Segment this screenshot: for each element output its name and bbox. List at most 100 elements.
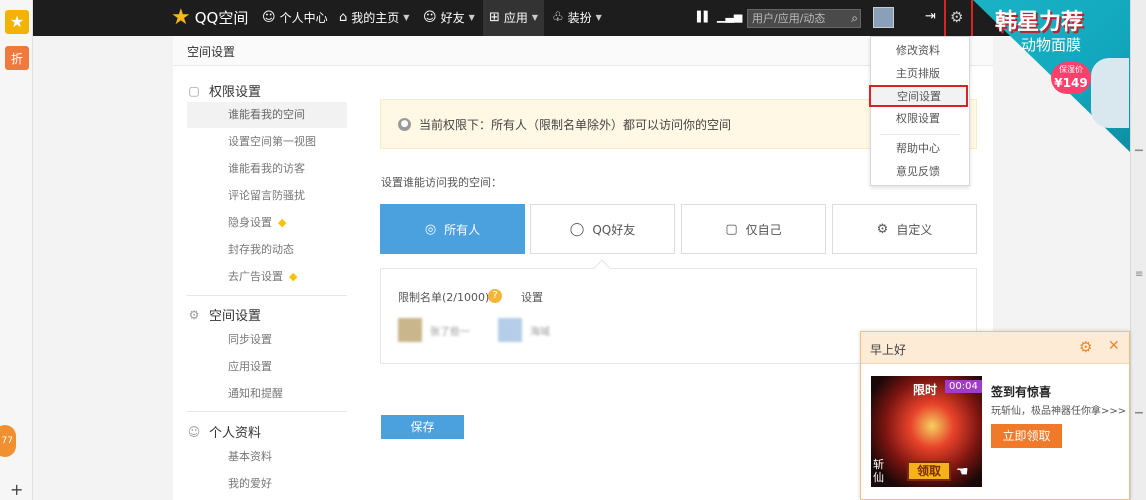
shopping-bag-label: 折: [10, 52, 23, 66]
nav-friends-label: 好友: [440, 11, 465, 25]
sidebar-item-remove-ads[interactable]: 去广告设置 ◆: [187, 264, 347, 290]
ad-model-image: [1091, 58, 1129, 128]
nav-friends[interactable]: ☺ 好友 ▼: [423, 0, 475, 36]
gear-icon[interactable]: ⚙: [1079, 338, 1092, 356]
sidebar-item-hobbies[interactable]: 我的爱好: [187, 471, 347, 497]
shirt-icon: ♧: [552, 10, 564, 25]
avatar: [498, 318, 522, 342]
chevron-down-icon: ▼: [468, 13, 475, 22]
option-qq-friends-label: QQ好友: [592, 222, 636, 237]
claim-now-button[interactable]: 立即领取: [991, 424, 1062, 448]
scroll-marker: ▁: [1135, 403, 1143, 414]
sidebar-item-invisible[interactable]: 隐身设置 ◆: [187, 210, 347, 236]
chevron-down-icon: ▼: [531, 13, 539, 22]
nav-personal-center-label: 个人中心: [279, 11, 328, 25]
nav-apps-label: 应用: [503, 11, 528, 25]
sidebar-item-label: 基本资料: [228, 450, 272, 463]
option-everyone[interactable]: ◎ 所有人: [380, 204, 525, 254]
option-custom[interactable]: ⚙ 自定义: [832, 204, 977, 254]
sidebar-item-notifications[interactable]: 通知和提醒: [187, 381, 347, 407]
option-qq-friends[interactable]: ◯ QQ好友: [530, 204, 675, 254]
popup-heading: 签到有惊喜: [991, 385, 1052, 399]
sidebar-item-basic-info[interactable]: 基本资料: [187, 444, 347, 470]
sidebar-item-label: 我的爱好: [228, 477, 272, 490]
restricted-friend-name: 海域: [530, 326, 550, 338]
sidebar-item-first-view[interactable]: 设置空间第一视图: [187, 129, 347, 155]
ad-price: ¥149: [1054, 76, 1088, 90]
countdown-timer: 00:04: [945, 380, 982, 393]
game-logo-text: 斩仙: [873, 458, 884, 484]
option-everyone-label: 所有人: [444, 222, 481, 237]
scroll-grip-icon[interactable]: ≡: [1135, 270, 1143, 280]
nav-personal-center[interactable]: ☺ 个人中心: [262, 0, 328, 36]
qzone-logo[interactable]: ★ QQ空间: [171, 6, 248, 30]
menu-divider: [881, 134, 959, 135]
menu-item-feedback[interactable]: 意见反馈: [871, 161, 969, 183]
avatar: [398, 318, 422, 342]
logo-text: QQ空间: [194, 9, 249, 27]
ad-banner[interactable]: 韩星力荐 动物面膜 保湿价 ¥149: [973, 0, 1130, 152]
diamond-vip-icon: ◆: [289, 270, 298, 283]
limited-time-label: 限时: [913, 383, 938, 397]
restrict-settings-link[interactable]: 设置: [521, 289, 543, 305]
sidebar-item-label: 封存我的动态: [228, 243, 294, 256]
option-only-me-label: 仅自己: [745, 222, 782, 237]
option-custom-label: 自定义: [896, 222, 933, 237]
sidebar-section-space: ⚙ 空间设置: [187, 305, 262, 325]
friends-icon: ☺: [423, 10, 437, 25]
sidebar-item-anti-harassment[interactable]: 评论留言防骚扰: [187, 183, 347, 209]
logout-icon[interactable]: ⇥: [925, 9, 936, 24]
sidebar-item-app-settings[interactable]: 应用设置: [187, 354, 347, 380]
nav-my-homepage-label: 我的主页: [351, 11, 400, 25]
person-icon: ☺: [262, 10, 276, 25]
qq-penguin-icon: ◯: [569, 221, 585, 237]
sidebar-section-permissions: ▢ 权限设置: [187, 81, 262, 101]
scroll-marker: ▔: [1135, 151, 1143, 162]
favorites-star-icon[interactable]: ★: [5, 10, 29, 34]
menu-item-space-settings[interactable]: 空间设置: [869, 85, 968, 107]
sidebar-item-archive-feeds[interactable]: 封存我的动态: [187, 237, 347, 263]
menu-item-edit-profile[interactable]: 修改资料: [871, 40, 969, 62]
lock-icon: ▢: [725, 221, 738, 237]
globe-icon: ●: [398, 117, 411, 131]
star-logo-icon: ★: [171, 5, 191, 30]
sidebar-section-title: 空间设置: [209, 309, 262, 324]
sidebar-section-title: 权限设置: [209, 85, 262, 100]
menu-item-permissions[interactable]: 权限设置: [871, 108, 969, 130]
add-icon[interactable]: +: [10, 482, 23, 498]
profile-card-icon: ☺: [187, 424, 201, 439]
sidebar-item-label: 通知和提醒: [228, 387, 283, 400]
search-input[interactable]: 用户/应用/动态 ⌕: [747, 9, 861, 28]
globe-icon: ◎: [424, 221, 437, 237]
claim-image-button[interactable]: 领取: [907, 461, 951, 481]
sidebar-item-label: 隐身设置: [228, 216, 272, 229]
save-button[interactable]: 保存: [381, 415, 464, 439]
nav-my-homepage[interactable]: ⌂ 我的主页 ▼: [339, 0, 409, 36]
notification-badge[interactable]: 77: [0, 425, 16, 457]
option-only-me[interactable]: ▢ 仅自己: [681, 204, 826, 254]
sidebar-item-who-can-view-visitors[interactable]: 谁能看我的访客: [187, 156, 347, 182]
restricted-friend[interactable]: 海域: [498, 318, 550, 342]
restricted-friend[interactable]: 张了些一: [398, 318, 470, 342]
menu-item-layout[interactable]: 主页排版: [871, 63, 969, 85]
pause-music-icon[interactable]: ▌▌: [697, 12, 711, 23]
page-scrollbar[interactable]: ▔ ≡ ▁: [1130, 0, 1146, 500]
search-icon[interactable]: ⌕: [851, 10, 858, 27]
nav-dressup[interactable]: ♧ 装扮 ▼: [552, 0, 602, 36]
lock-icon: ▢: [188, 83, 200, 98]
sidebar-item-sync[interactable]: 同步设置: [187, 327, 347, 353]
sidebar-item-who-can-view-space[interactable]: 谁能看我的空间: [187, 102, 347, 128]
popup-description[interactable]: 玩斩仙，极品神器任你拿>>>: [991, 402, 1126, 417]
page-title: 空间设置: [187, 45, 236, 59]
nav-apps[interactable]: ⊞ 应用 ▼: [483, 0, 545, 36]
avatar[interactable]: [873, 7, 894, 28]
sidebar-item-label: 谁能看我的访客: [228, 162, 305, 175]
menu-item-help[interactable]: 帮助中心: [871, 138, 969, 160]
signal-bars-icon[interactable]: ▁▃▅: [717, 10, 742, 23]
shopping-bag-icon[interactable]: 折: [5, 46, 29, 70]
close-icon[interactable]: ✕: [1108, 338, 1120, 354]
restrict-list-title: 限制名单(2/1000): [398, 291, 490, 304]
game-promo-image[interactable]: 限时 00:04 斩仙 领取 ☚: [871, 376, 982, 487]
help-question-icon[interactable]: ?: [488, 289, 502, 303]
search-placeholder: 用户/应用/动态: [752, 12, 826, 25]
